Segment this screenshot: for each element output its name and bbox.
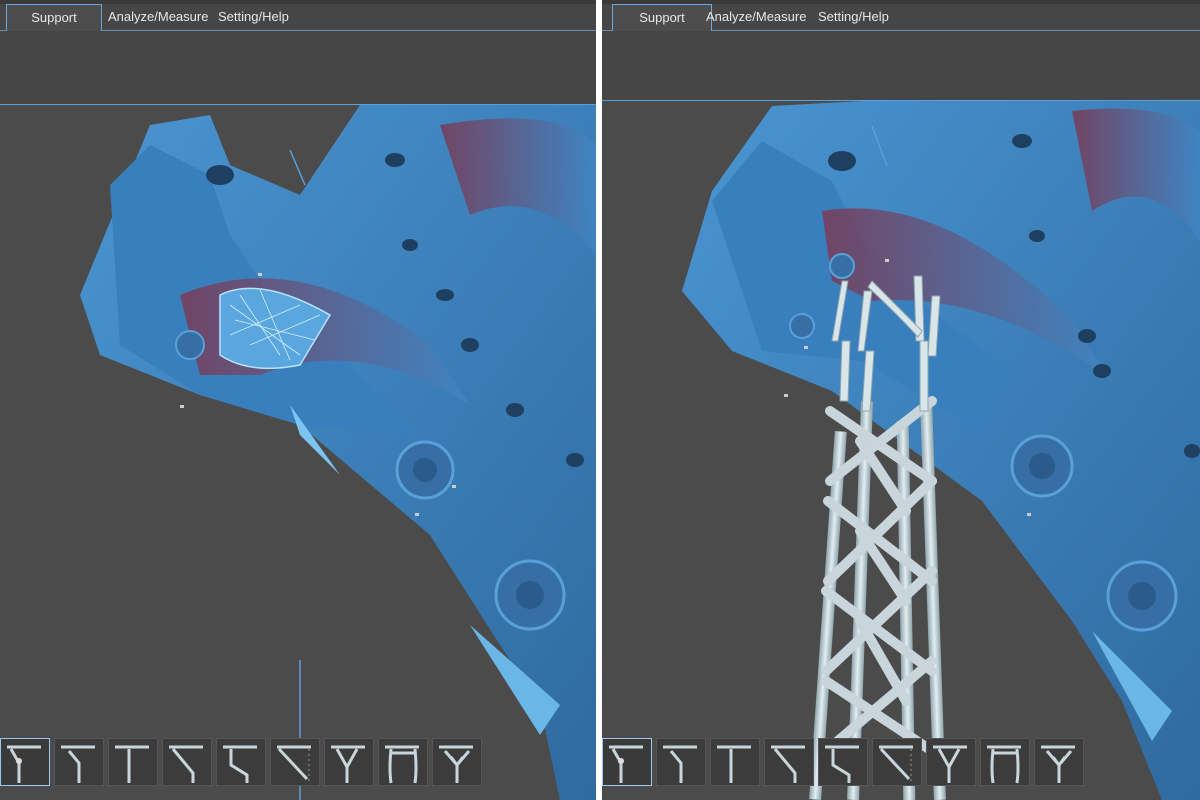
support-tool-5-button[interactable]	[216, 738, 266, 786]
support-tool-4-icon	[771, 745, 805, 783]
marker	[180, 405, 184, 408]
tab-bar: Support Analyze/Measure Setting/Help	[602, 4, 1200, 31]
support-tool-8-button[interactable]	[980, 738, 1030, 786]
support-tool-7-button[interactable]	[926, 738, 976, 786]
hole	[1184, 444, 1200, 458]
support-tool-4-button[interactable]	[162, 738, 212, 786]
boss	[829, 253, 855, 279]
boss-hole	[1029, 453, 1055, 479]
support-tool-6-button[interactable]	[872, 738, 922, 786]
axis-line	[289, 149, 306, 186]
right-viewer-panel: Support Analyze/Measure Setting/Help	[602, 0, 1200, 800]
hole	[1012, 134, 1032, 148]
hole	[1029, 230, 1045, 242]
hole	[206, 165, 234, 185]
left-viewer-panel: Support Analyze/Measure Setting/Help	[0, 0, 596, 800]
support-tool-5-button[interactable]	[818, 738, 868, 786]
hole	[436, 289, 454, 301]
hole	[461, 338, 479, 352]
marker	[1027, 513, 1031, 516]
hole	[828, 151, 856, 171]
marker	[784, 394, 788, 397]
hole	[506, 403, 524, 417]
support-tool-5-icon	[223, 745, 257, 783]
support-tool-5-icon	[825, 745, 859, 783]
support-tool-7-icon	[331, 745, 365, 783]
support-toolbar	[0, 738, 482, 788]
support-tool-4-icon	[169, 745, 203, 783]
hole	[566, 453, 584, 467]
support-tool-3-button[interactable]	[108, 738, 158, 786]
boss-hole	[413, 458, 437, 482]
3d-viewport[interactable]	[0, 105, 596, 800]
tab-setting-help[interactable]: Setting/Help	[204, 4, 303, 30]
support-tool-9-icon	[439, 745, 473, 783]
marker	[885, 259, 889, 262]
tab-setting-help[interactable]: Setting/Help	[804, 4, 903, 30]
support-tool-7-icon	[933, 745, 967, 783]
hole	[1078, 329, 1096, 343]
support-tool-8-icon	[987, 745, 1021, 784]
hole	[1093, 364, 1111, 378]
boss	[175, 330, 205, 360]
3d-viewport[interactable]	[602, 101, 1200, 800]
boss	[789, 313, 815, 339]
tab-bar: Support Analyze/Measure Setting/Help	[0, 4, 596, 31]
marker	[415, 513, 419, 516]
support-tool-6-button[interactable]	[270, 738, 320, 786]
support-tool-2-icon	[663, 745, 697, 783]
tab-analyze-measure[interactable]: Analyze/Measure	[692, 4, 820, 30]
support-tool-1-icon	[7, 745, 41, 783]
support-toolbar	[602, 738, 1084, 788]
hole	[385, 153, 405, 167]
hole	[402, 239, 418, 251]
support-tool-8-button[interactable]	[378, 738, 428, 786]
support-tool-6-icon	[879, 745, 913, 783]
model-render	[682, 101, 1200, 800]
support-tool-7-button[interactable]	[324, 738, 374, 786]
model-render	[80, 105, 596, 800]
boss-hole	[1128, 582, 1156, 610]
support-tool-9-icon	[1041, 745, 1075, 783]
marker	[452, 485, 456, 488]
support-tool-2-button[interactable]	[54, 738, 104, 786]
support-tool-3-icon	[115, 745, 149, 783]
ribbon: Support Analyze/Measure Setting/Help	[0, 0, 596, 105]
support-tool-1-button[interactable]	[602, 738, 652, 786]
tab-support[interactable]: Support	[6, 4, 102, 31]
marker	[804, 346, 808, 349]
boss-hole	[516, 581, 544, 609]
support-tool-8-icon	[385, 745, 419, 784]
support-tool-3-icon	[717, 745, 751, 783]
support-tool-9-button[interactable]	[432, 738, 482, 786]
ribbon: Support Analyze/Measure Setting/Help	[602, 0, 1200, 101]
support-tool-1-button[interactable]	[0, 738, 50, 786]
support-tool-2-icon	[61, 745, 95, 783]
support-tool-2-button[interactable]	[656, 738, 706, 786]
support-tool-4-button[interactable]	[764, 738, 814, 786]
support-tool-1-icon	[609, 745, 643, 783]
marker	[258, 273, 262, 276]
support-tool-6-icon	[277, 745, 311, 783]
support-tool-9-button[interactable]	[1034, 738, 1084, 786]
support-tool-3-button[interactable]	[710, 738, 760, 786]
